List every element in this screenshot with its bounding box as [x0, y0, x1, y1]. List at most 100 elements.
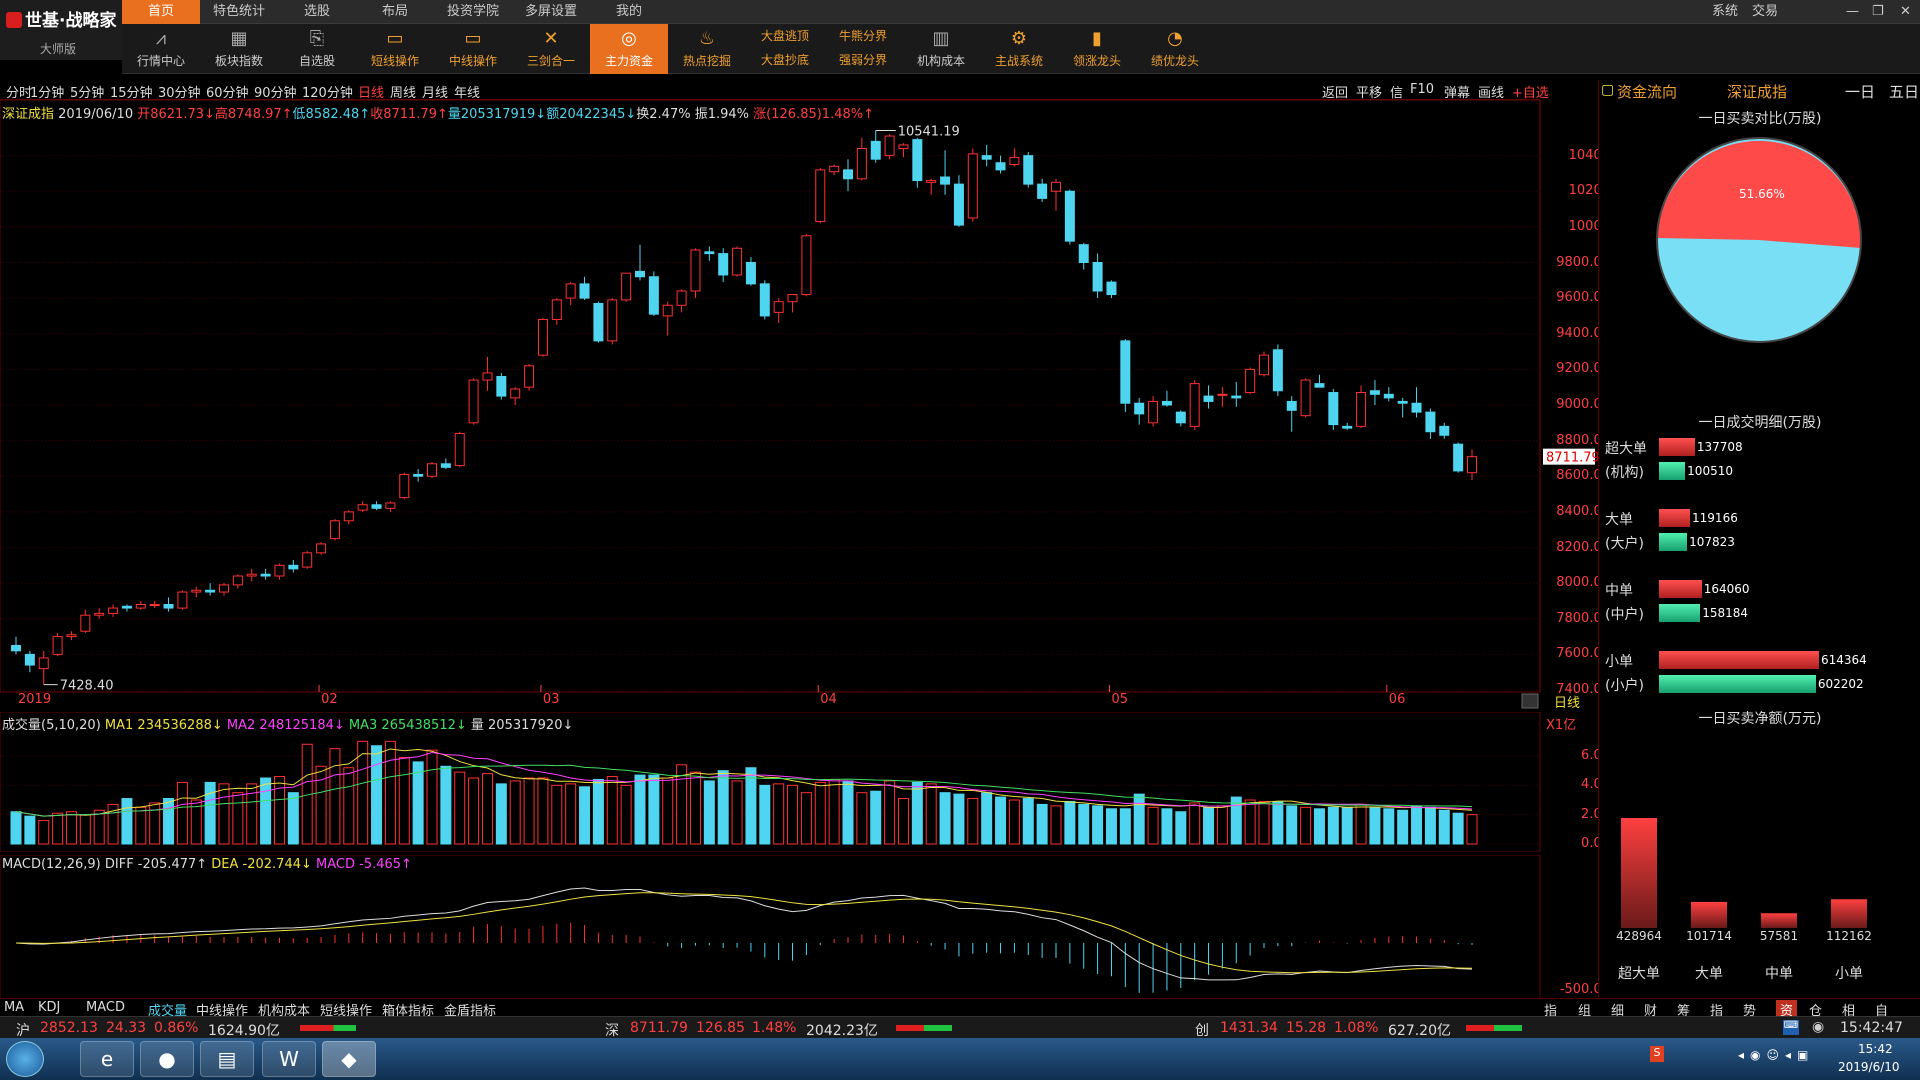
period-5[interactable]: 60分钟 — [206, 82, 249, 101]
net-bar-0 — [1621, 818, 1657, 928]
candle-body — [690, 249, 701, 292]
toolbar-signal-0[interactable]: 大盘逃顶 大盘抄底 — [746, 24, 824, 74]
toolbar-button-3[interactable]: ▭ 短线操作 — [356, 24, 434, 74]
volume-bar — [1341, 806, 1353, 845]
pie-icon: ◔ — [1167, 28, 1183, 49]
close-icon[interactable]: ✕ — [1900, 0, 1911, 24]
net-bar-3 — [1831, 899, 1867, 928]
period-9[interactable]: 周线 — [390, 82, 416, 101]
tab-five-day[interactable]: 五日 — [1889, 81, 1919, 102]
volume-bar — [1258, 800, 1270, 845]
toolbar-signal-1[interactable]: 牛熊分界 强弱分界 — [824, 24, 902, 74]
taskbar-folder[interactable]: ▤ — [200, 1041, 254, 1077]
tab-one-day[interactable]: 一日 — [1845, 81, 1875, 102]
detail-sublabel-3: (小户) — [1605, 678, 1644, 694]
toolbar-label-6: 主力资金 — [604, 54, 653, 68]
chart-tool-3[interactable]: F10 — [1410, 82, 1434, 97]
menu-item-1[interactable]: 特色统计 — [200, 0, 278, 24]
menu-item-4[interactable]: 投资学院 — [434, 0, 512, 24]
kline-chart[interactable]: 10541.19 7428.40 8711.79 — [0, 100, 1600, 710]
logo-text: 世基·战略家 — [25, 11, 117, 31]
toolbar-button-5[interactable]: ✕ 三剑合一 — [512, 24, 590, 74]
chart-tool-0[interactable]: 返回 — [1322, 82, 1348, 101]
menu-item-3[interactable]: 布局 — [356, 0, 434, 24]
volume-bar — [1244, 799, 1256, 845]
menu-item-2[interactable]: 选股 — [278, 0, 356, 24]
toolbar-button-7[interactable]: ♨ 热点挖掘 — [668, 24, 746, 74]
taskbar-stock-app[interactable]: ◆ — [322, 1041, 376, 1077]
period-10[interactable]: 月线 — [422, 82, 448, 101]
taskbar-app2[interactable]: ● — [140, 1041, 194, 1077]
volume-bar — [648, 774, 660, 845]
taskbar-browser[interactable]: e — [80, 1041, 134, 1077]
period-bar: 分时 1分钟 5分钟 15分钟 30分钟 60分钟 90分钟 120分钟 日线 周线 月线 年线 返回平… — [0, 80, 1549, 101]
toolbar-button-4[interactable]: ▭ 中线操作 — [434, 24, 512, 74]
indicator-tab-1[interactable]: KDJ — [38, 1000, 60, 1015]
restore-icon[interactable]: ❐ — [1872, 0, 1884, 24]
menu-item-5[interactable]: 多屏设置 — [512, 0, 590, 24]
menu-system[interactable]: 系统 — [1712, 0, 1738, 24]
toolbar-button-8[interactable]: ▥ 机构成本 — [902, 24, 980, 74]
volume-bar — [897, 798, 909, 845]
scroll-toggle[interactable] — [1521, 693, 1539, 709]
sh-change: 24.33 — [106, 1020, 147, 1036]
candle-body — [1328, 392, 1339, 426]
sz-price: 8711.79 — [630, 1020, 688, 1036]
chart-tool-4[interactable]: 弹幕 — [1444, 82, 1470, 101]
minimize-icon[interactable]: — — [1846, 0, 1859, 24]
net-label-3: 小单 — [1835, 966, 1863, 980]
toolbar-button-9[interactable]: ⚙ 主战系统 — [980, 24, 1058, 74]
detail-buy-bar-2 — [1659, 580, 1702, 598]
volume-bar — [1383, 808, 1395, 845]
toolbar-button-0[interactable]: ⩘ 行情中心 — [122, 24, 200, 74]
candle-body — [496, 376, 507, 397]
period-2[interactable]: 5分钟 — [70, 82, 104, 101]
toolbar-button-1[interactable]: ▦ 板块指数 — [200, 24, 278, 74]
candle-body — [427, 463, 437, 477]
period-8[interactable]: 日线 — [358, 82, 384, 101]
chart-tool-5[interactable]: 画线 — [1478, 82, 1504, 101]
tab-fund-flow[interactable]: 资金流向 — [1617, 81, 1677, 102]
toolbar-button-11[interactable]: ◔ 绩优龙头 — [1136, 24, 1214, 74]
volume-chart[interactable] — [0, 712, 1600, 852]
toolbar-button-6[interactable]: ◎ 主力资金 — [590, 24, 668, 74]
chart-tool-6[interactable]: +自选 — [1512, 82, 1549, 101]
period-3[interactable]: 15分钟 — [110, 82, 153, 101]
period-4[interactable]: 30分钟 — [158, 82, 201, 101]
candle-body — [11, 644, 21, 652]
start-button[interactable] — [6, 1041, 44, 1077]
folder-icon: ▤ — [217, 1047, 237, 1071]
volume-bar — [163, 798, 175, 845]
volume-bar — [995, 796, 1007, 845]
volume-bar — [1022, 798, 1034, 845]
period-1[interactable]: 1分钟 — [30, 82, 64, 101]
detail-label-1: 大单 — [1605, 512, 1633, 528]
chart-tool-2[interactable]: 信 — [1390, 82, 1403, 101]
tab-index-name[interactable]: 深证成指 — [1727, 81, 1787, 102]
keyboard-icon[interactable]: ⌨ — [1783, 1020, 1799, 1035]
tray-icons[interactable]: ◂◉☺◂▣ — [1738, 1048, 1814, 1062]
menu-item-0[interactable]: 首页 — [122, 0, 200, 24]
toolbar-signal-bottom-0: 大盘抄底 — [760, 53, 809, 67]
toolbar-button-2[interactable]: ⎘ 自选股 — [278, 24, 356, 74]
indicator-tab-0[interactable]: MA — [4, 1000, 24, 1015]
macd-chart[interactable] — [0, 855, 1600, 1000]
period-11[interactable]: 年线 — [454, 82, 480, 101]
period-6[interactable]: 90分钟 — [254, 82, 297, 101]
toolbar-button-10[interactable]: ▮ 领涨龙头 — [1058, 24, 1136, 74]
candle-body — [1078, 244, 1089, 263]
candle-body — [399, 473, 410, 499]
tray-s-icon[interactable]: S — [1650, 1046, 1664, 1062]
menu-trade[interactable]: 交易 — [1752, 0, 1778, 24]
indicator-tab-2[interactable]: MACD — [86, 1000, 125, 1015]
candle-body — [1148, 400, 1159, 424]
candle-body — [1064, 190, 1075, 242]
period-7[interactable]: 120分钟 — [302, 82, 353, 101]
cy-percent: 1.08% — [1334, 1020, 1379, 1036]
period-0[interactable]: 分时 — [6, 82, 32, 101]
taskbar-app4[interactable]: W — [262, 1041, 316, 1077]
chart-tool-1[interactable]: 平移 — [1356, 82, 1382, 101]
net-value-2: 57581 — [1760, 929, 1798, 943]
menu-item-6[interactable]: 我的 — [590, 0, 668, 24]
candle-body — [1245, 368, 1256, 394]
